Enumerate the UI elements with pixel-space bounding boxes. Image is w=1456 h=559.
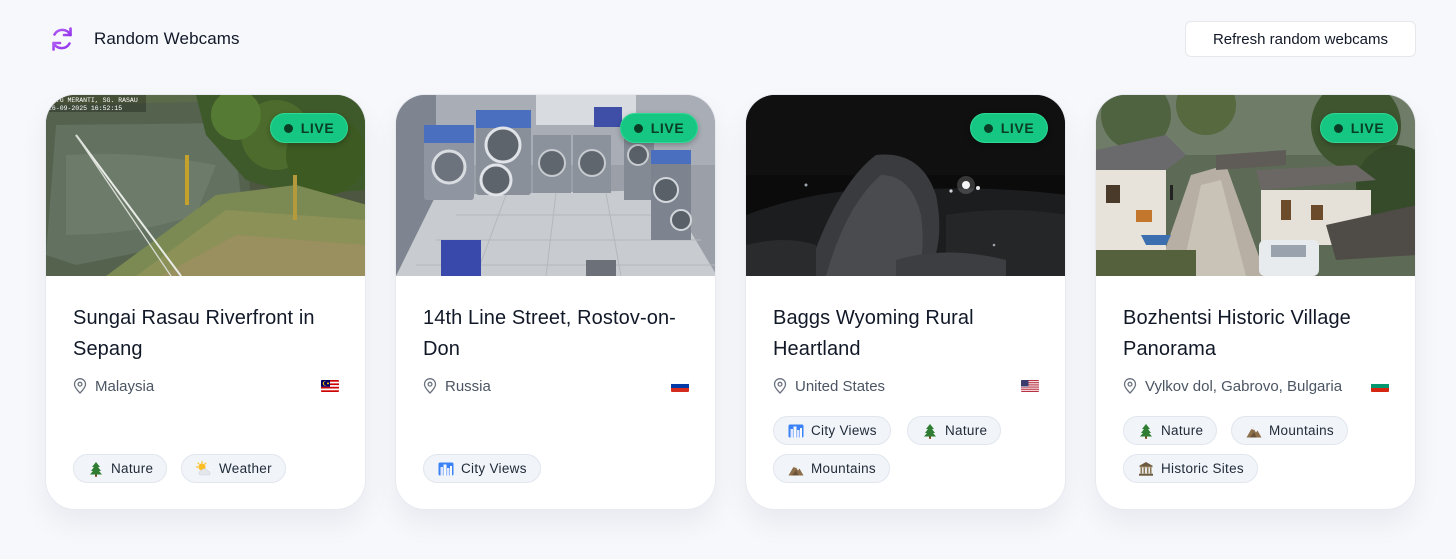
webcam-title[interactable]: Sungai Rasau Riverfront in Sepang bbox=[73, 303, 343, 365]
live-label: LIVE bbox=[300, 120, 335, 136]
tag-label: Weather bbox=[219, 461, 272, 476]
location-row: United States bbox=[773, 376, 1039, 396]
tag-chip[interactable]: Mountains bbox=[773, 454, 890, 483]
webcam-card[interactable]: LIVE Bozhentsi Historic Village Panorama… bbox=[1095, 94, 1416, 510]
webcam-grid: ...G MERANTI, SG. RASAU 26-09-2025 16:52… bbox=[45, 94, 1416, 510]
tag-chip[interactable]: City Views bbox=[423, 454, 541, 483]
map-pin-icon bbox=[73, 378, 87, 394]
location-text: United States bbox=[795, 377, 886, 395]
refresh-cycle-icon bbox=[46, 23, 78, 55]
webcam-title[interactable]: 14th Line Street, Rostov-on-Don bbox=[423, 303, 693, 365]
tag-label: City Views bbox=[811, 423, 877, 438]
tag-chip[interactable]: Nature bbox=[1123, 416, 1218, 445]
webcam-thumbnail[interactable]: LIVE bbox=[746, 95, 1065, 276]
map-pin-icon bbox=[773, 378, 787, 394]
evergreen-tree-icon bbox=[90, 461, 102, 477]
tag-label: Mountains bbox=[811, 461, 876, 476]
live-dot-icon bbox=[983, 123, 993, 133]
tag-chip[interactable]: Mountains bbox=[1231, 416, 1348, 445]
tag-label: Historic Sites bbox=[1161, 461, 1244, 476]
cityscape-icon bbox=[788, 424, 804, 437]
overlay-line: ...G MERANTI, SG. RASAU bbox=[48, 97, 138, 104]
location-text: Russia bbox=[445, 377, 491, 395]
cityscape-icon bbox=[438, 462, 454, 475]
location-row: Vylkov dol, Gabrovo, Bulgaria bbox=[1123, 376, 1389, 396]
live-dot-icon bbox=[283, 123, 293, 133]
webcam-card[interactable]: LIVE Baggs Wyoming Rural Heartland Unite… bbox=[745, 94, 1066, 510]
mountain-icon bbox=[1246, 426, 1262, 437]
live-label: LIVE bbox=[650, 120, 685, 136]
webcam-card[interactable]: ...G MERANTI, SG. RASAU 26-09-2025 16:52… bbox=[45, 94, 366, 510]
location-text: Vylkov dol, Gabrovo, Bulgaria bbox=[1145, 377, 1343, 395]
tag-label: Nature bbox=[1161, 423, 1204, 438]
live-badge: LIVE bbox=[270, 113, 348, 143]
malaysia-flag-icon bbox=[321, 380, 339, 392]
tag-label: Mountains bbox=[1269, 423, 1334, 438]
russia-flag-icon bbox=[671, 380, 689, 392]
tag-label: Nature bbox=[945, 423, 988, 438]
evergreen-tree-icon bbox=[1140, 423, 1152, 439]
webcam-thumbnail[interactable]: LIVE bbox=[396, 95, 715, 276]
webcam-title[interactable]: Baggs Wyoming Rural Heartland bbox=[773, 303, 1043, 365]
app-title: Random Webcams bbox=[94, 29, 240, 48]
location-row: Malaysia bbox=[73, 376, 339, 396]
webcam-thumbnail[interactable]: ...G MERANTI, SG. RASAU 26-09-2025 16:52… bbox=[46, 95, 365, 276]
tag-chip[interactable]: Weather bbox=[181, 454, 286, 483]
live-badge: LIVE bbox=[970, 113, 1048, 143]
live-badge: LIVE bbox=[1320, 113, 1398, 143]
bulgaria-flag-icon bbox=[1371, 380, 1389, 392]
webcam-thumbnail[interactable]: LIVE bbox=[1096, 95, 1415, 276]
map-pin-icon bbox=[1123, 378, 1137, 394]
refresh-webcams-button[interactable]: Refresh random webcams bbox=[1185, 21, 1416, 57]
evergreen-tree-icon bbox=[924, 423, 936, 439]
sun-behind-cloud-icon bbox=[196, 460, 211, 475]
tag-chip[interactable]: Historic Sites bbox=[1123, 454, 1258, 483]
live-dot-icon bbox=[633, 123, 643, 133]
live-dot-icon bbox=[1333, 123, 1343, 133]
live-badge: LIVE bbox=[620, 113, 698, 143]
mountain-icon bbox=[788, 464, 804, 475]
tag-chip[interactable]: City Views bbox=[773, 416, 891, 445]
live-label: LIVE bbox=[1350, 120, 1385, 136]
location-text: Malaysia bbox=[95, 377, 155, 395]
app-header: Random Webcams Refresh random webcams bbox=[0, 0, 1456, 80]
classical-building-icon bbox=[1139, 461, 1153, 476]
location-row: Russia bbox=[423, 376, 689, 396]
live-label: LIVE bbox=[1000, 120, 1035, 136]
tag-chip[interactable]: Nature bbox=[907, 416, 1002, 445]
usa-flag-icon bbox=[1021, 380, 1039, 392]
webcam-card[interactable]: LIVE 14th Line Street, Rostov-on-Don Rus… bbox=[395, 94, 716, 510]
tag-chip[interactable]: Nature bbox=[73, 454, 168, 483]
overlay-line: 26-09-2025 16:52:15 bbox=[48, 105, 122, 112]
map-pin-icon bbox=[423, 378, 437, 394]
webcam-title[interactable]: Bozhentsi Historic Village Panorama bbox=[1123, 303, 1393, 365]
tag-label: Nature bbox=[111, 461, 154, 476]
tag-label: City Views bbox=[461, 461, 527, 476]
